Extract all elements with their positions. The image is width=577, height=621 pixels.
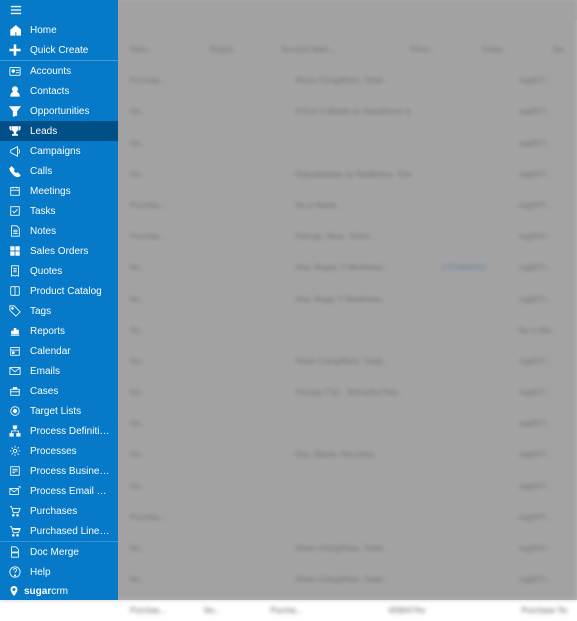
cart-line-icon	[8, 524, 22, 538]
sidebar-item-label: Product Catalog	[30, 286, 110, 297]
sidebar-item-target-lists[interactable]: Target Lists	[0, 401, 118, 421]
sidebar-item-label: Cases	[30, 386, 110, 397]
sidebar-item-sales-orders[interactable]: Sales Orders	[0, 241, 118, 261]
sidebar-item-notes[interactable]: Notes	[0, 221, 118, 241]
grid-icon	[8, 244, 22, 258]
sidebar-toggle-button[interactable]	[0, 0, 118, 20]
search-placeholder	[491, 4, 571, 16]
brand-name: sugarcrm	[24, 586, 68, 597]
cart-icon	[8, 504, 22, 518]
sidebar-item-tasks[interactable]: Tasks	[0, 201, 118, 221]
footer-item-label: Help	[30, 567, 110, 578]
sidebar-item-label: Quotes	[30, 266, 110, 277]
sidebar-item-label: Calendar	[30, 346, 110, 357]
sidebar-item-label: Processes	[30, 446, 110, 457]
sidebar-item-label: Emails	[30, 366, 110, 377]
sidebar-item-tags[interactable]: Tags	[0, 301, 118, 321]
book-icon	[8, 284, 22, 298]
home-icon	[8, 23, 22, 37]
sidebar-item-label: Purchases	[30, 506, 110, 517]
sidebar-item-label: Leads	[30, 126, 110, 137]
main-sidebar: Home Quick Create Accounts Contacts Opportun…	[0, 0, 118, 600]
sidebar-item-product-catalog[interactable]: Product Catalog	[0, 281, 118, 301]
sidebar-item-quotes[interactable]: Quotes	[0, 261, 118, 281]
help-icon	[8, 565, 22, 579]
footer-item-doc-merge[interactable]: Doc Merge	[0, 542, 118, 562]
file-text-icon	[8, 224, 22, 238]
sidebar-item-label: Calls	[30, 166, 110, 177]
calendar-o-icon	[8, 184, 22, 198]
sidebar-item-process-definitions[interactable]: Process Definitions	[0, 421, 118, 441]
sidebar-item-meetings[interactable]: Meetings	[0, 181, 118, 201]
funnel-icon	[8, 104, 22, 118]
sidebar-item-opportunities[interactable]: Opportunities	[0, 101, 118, 121]
sidebar-item-process-email-templa[interactable]: Process Email Templa...	[0, 481, 118, 501]
briefcase-icon	[8, 384, 22, 398]
sidebar-item-label: Accounts	[30, 66, 110, 77]
sidebar-item-calendar[interactable]: Calendar	[0, 341, 118, 361]
sidebar-item-label: Sales Orders	[30, 246, 110, 257]
sidebar-item-cases[interactable]: Cases	[0, 381, 118, 401]
sidebar-item-home[interactable]: Home	[0, 20, 118, 40]
sidebar-item-label: Tasks	[30, 206, 110, 217]
sidebar-item-emails[interactable]: Emails	[0, 361, 118, 381]
sidebar-item-label: Reports	[30, 326, 110, 337]
sidebar-item-label: Purchased Line Items	[30, 526, 110, 537]
trophy-icon	[8, 124, 22, 138]
target-icon	[8, 404, 22, 418]
sidebar-item-label: Opportunities	[30, 106, 110, 117]
sitemap-icon	[8, 424, 22, 438]
footer-item-help[interactable]: Help	[0, 562, 118, 582]
chart-bar-icon	[8, 324, 22, 338]
mail-tmpl-icon	[8, 484, 22, 498]
phone-icon	[8, 164, 22, 178]
check-square-icon	[8, 204, 22, 218]
sidebar-item-campaigns[interactable]: Campaigns	[0, 141, 118, 161]
hamburger-icon	[10, 4, 22, 16]
sugar-logo-icon	[8, 585, 20, 597]
sidebar-item-label: Meetings	[30, 186, 110, 197]
sidebar-item-calls[interactable]: Calls	[0, 161, 118, 181]
sidebar-item-label: Process Business Rules	[30, 466, 110, 477]
sidebar-footer: Doc Merge Help sugarcrm	[0, 541, 118, 600]
sidebar-item-label: Process Email Templa...	[30, 486, 110, 497]
sidebar-item-contacts[interactable]: Contacts	[0, 81, 118, 101]
sidebar-item-label: Campaigns	[30, 146, 110, 157]
plus-icon	[8, 43, 22, 57]
sidebar-item-label: Process Definitions	[30, 426, 110, 437]
bullhorn-icon	[8, 144, 22, 158]
sidebar-item-quick-create[interactable]: Quick Create	[0, 40, 118, 60]
sidebar-item-processes[interactable]: Processes	[0, 441, 118, 461]
sidebar-item-label: Notes	[30, 226, 110, 237]
sidebar-item-label: Contacts	[30, 86, 110, 97]
calendar-icon	[8, 344, 22, 358]
envelope-icon	[8, 364, 22, 378]
brand-logo: sugarcrm	[0, 582, 118, 600]
receipt-icon	[8, 264, 22, 278]
sidebar-item-reports[interactable]: Reports	[0, 321, 118, 341]
footer-item-label: Doc Merge	[30, 547, 110, 558]
sidebar-item-label: Tags	[30, 306, 110, 317]
sidebar-menu: Home Quick Create Accounts Contacts Opportun…	[0, 20, 118, 541]
user-icon	[8, 84, 22, 98]
sidebar-item-accounts[interactable]: Accounts	[0, 61, 118, 81]
sidebar-item-leads[interactable]: Leads	[0, 121, 118, 141]
tag-icon	[8, 304, 22, 318]
sidebar-item-label: Quick Create	[30, 45, 110, 56]
gear-icon	[8, 444, 22, 458]
sidebar-item-label: Target Lists	[30, 406, 110, 417]
rules-icon	[8, 464, 22, 478]
doc-merge-icon	[8, 545, 22, 559]
sidebar-item-purchased-line-items[interactable]: Purchased Line Items	[0, 521, 118, 541]
sidebar-item-label: Home	[30, 25, 110, 36]
id-card-icon	[8, 64, 22, 78]
sidebar-item-purchases[interactable]: Purchases	[0, 501, 118, 521]
sidebar-item-process-business-rules[interactable]: Process Business Rules	[0, 461, 118, 481]
